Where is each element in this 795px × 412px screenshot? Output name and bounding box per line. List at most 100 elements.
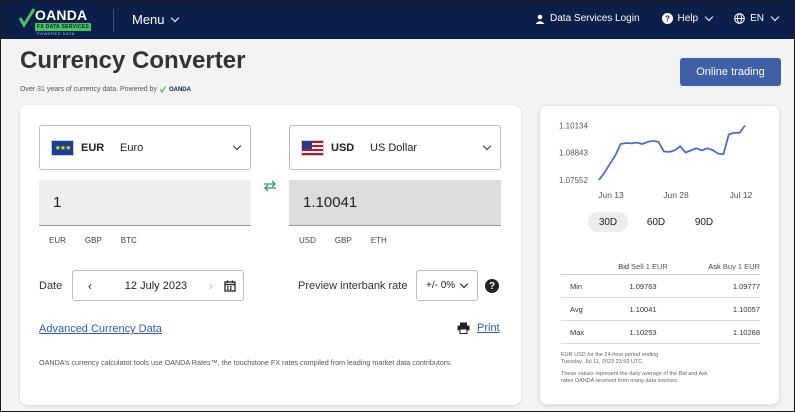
help-icon: ?	[661, 13, 673, 24]
brand-sub: POWERED DATA	[37, 31, 75, 36]
data-services-login-link[interactable]: Data Services Login	[535, 13, 640, 24]
advanced-currency-data-link[interactable]: Advanced Currency Data	[39, 323, 162, 335]
to-quick-currencies: USD GBP ETH	[299, 236, 387, 245]
stats-period-note: EUR USD for the 24-hour period ending Tu…	[561, 352, 761, 366]
row-label: Min	[570, 281, 583, 291]
swap-currencies-icon[interactable]	[263, 180, 277, 194]
calendar-icon[interactable]	[217, 280, 243, 292]
chevron-down-icon	[704, 12, 714, 22]
period-tabs: 30D 60D 90D	[588, 212, 724, 232]
x-tick-label: Jul 12	[730, 190, 753, 200]
brand-name: OANDA	[35, 7, 88, 23]
table-row: Min 1.09763 1.09777	[561, 275, 760, 298]
row-bid: 1.09763	[629, 281, 657, 291]
to-currency-code: USD	[331, 141, 355, 154]
rate-chart: 1.10134 1.08843 1.07552 Jun 13 Jun 28 Jul 12	[559, 121, 753, 200]
svg-text:?: ?	[665, 14, 670, 23]
chevron-down-icon	[770, 12, 780, 22]
login-label: Data Services Login	[550, 13, 640, 24]
help-label: Help	[677, 13, 699, 24]
brand-tag: FX DATA SERVICES	[35, 23, 92, 31]
date-label: Date	[39, 280, 63, 292]
from-quick-currencies: EUR GBP BTC	[49, 236, 137, 245]
date-picker: ‹ 12 July 2023 ›	[72, 270, 244, 301]
y-tick-label: 1.07552	[559, 176, 588, 185]
interbank-rate-select[interactable]: +/- 0%	[416, 270, 478, 301]
row-label: Max	[570, 327, 585, 337]
language-menu[interactable]: EN	[734, 12, 780, 24]
from-amount-input[interactable]: 1	[39, 180, 251, 226]
bid-label: Bid	[618, 262, 630, 271]
nav-divider	[113, 9, 114, 32]
table-row: Avg 1.10041 1.10057	[561, 298, 760, 321]
stats-header-bid: Bid Sell 1 EUR	[605, 262, 681, 271]
tab-60d[interactable]: 60D	[636, 212, 676, 232]
quick-currency-to-1[interactable]: GBP	[335, 236, 352, 245]
ask-sub-label: Buy 1 EUR	[722, 262, 760, 271]
quick-currency-to-2[interactable]: ETH	[371, 236, 387, 245]
menu-label: Menu	[132, 12, 165, 27]
print-button[interactable]: Print	[457, 322, 500, 334]
page-title: Currency Converter	[20, 47, 246, 74]
oanda-logo[interactable]: OANDA FX DATA SERVICES POWERED DATA	[19, 6, 99, 36]
row-bid: 1.10253	[629, 327, 657, 337]
globe-icon	[734, 13, 745, 24]
ask-label: Ask	[708, 262, 721, 271]
menu-button[interactable]: Menu	[132, 12, 179, 27]
y-tick-label: 1.10134	[559, 121, 588, 130]
next-date-button[interactable]: ›	[205, 279, 217, 293]
x-tick-label: Jun 13	[598, 190, 624, 200]
quick-currency-from-2[interactable]: BTC	[121, 236, 137, 245]
stats-average-note: These values represent the daily average…	[561, 371, 761, 385]
preview-rate-label: Preview interbank rate	[298, 280, 408, 292]
oanda-check-icon	[159, 86, 166, 93]
chevron-down-icon	[170, 13, 179, 23]
x-tick-label: Jun 28	[663, 190, 689, 200]
online-trading-button[interactable]: Online trading	[680, 58, 781, 86]
user-icon	[535, 14, 545, 24]
rate-value: +/- 0%	[426, 280, 456, 291]
row-ask: 1.10268	[732, 327, 760, 337]
printer-icon	[457, 322, 470, 334]
rate-series-line	[598, 124, 746, 181]
row-ask: 1.09777	[732, 281, 760, 291]
to-amount-input[interactable]: 1.10041	[289, 180, 501, 226]
tab-30d[interactable]: 30D	[588, 212, 628, 232]
tab-90d[interactable]: 90D	[684, 212, 724, 232]
row-bid: 1.10041	[629, 304, 657, 314]
subtitle-text: Over 31 years of currency data. Powered …	[20, 86, 157, 93]
print-label: Print	[477, 322, 500, 334]
from-currency-select[interactable]: ★★★ EUR Euro	[39, 125, 251, 170]
quick-currency-to-0[interactable]: USD	[299, 236, 316, 245]
from-currency-name: Euro	[120, 141, 144, 154]
stats-header-row: Bid Sell 1 EUR Ask Buy 1 EUR	[561, 259, 760, 275]
to-currency-name: US Dollar	[370, 141, 418, 154]
chevron-down-icon	[459, 279, 469, 289]
period-note-line1: EUR USD for the 24-hour period ending	[561, 352, 659, 358]
average-note-line1: These values represent the daily average…	[561, 371, 708, 377]
language-label: EN	[750, 13, 764, 24]
disclaimer-text: OANDA's currency calculator tools use OA…	[39, 358, 452, 367]
subtitle-brand: OANDA	[168, 86, 191, 93]
quick-currency-from-1[interactable]: GBP	[85, 236, 102, 245]
average-note-line2: rates OANDA received from many data sour…	[561, 378, 679, 384]
row-ask: 1.10057	[732, 304, 760, 314]
bid-sub-label: Sell 1 EUR	[631, 262, 668, 271]
stats-table: Bid Sell 1 EUR Ask Buy 1 EUR Min 1.09763…	[561, 259, 760, 344]
from-currency-code: EUR	[81, 141, 105, 154]
to-currency-select[interactable]: USD US Dollar	[289, 125, 501, 170]
period-note-line2: Tuesday, Jul 11, 2023 23:59 UTC	[561, 359, 643, 365]
oanda-check-icon	[19, 8, 35, 28]
nav-right: Data Services Login ? Help EN	[535, 12, 780, 24]
help-menu[interactable]: ? Help	[661, 12, 714, 24]
chevron-down-icon	[482, 141, 492, 151]
table-row: Max 1.10253 1.10268	[561, 321, 760, 344]
help-icon[interactable]: ?	[485, 279, 499, 293]
stats-header-ask: Ask Buy 1 EUR	[681, 262, 760, 271]
quick-currency-from-0[interactable]: EUR	[49, 236, 66, 245]
y-tick-label: 1.08843	[559, 149, 588, 158]
prev-date-button[interactable]: ‹	[73, 279, 107, 293]
date-value[interactable]: 12 July 2023	[107, 280, 205, 292]
page-subtitle: Over 31 years of currency data. Powered …	[20, 86, 191, 93]
us-flag-icon	[301, 139, 324, 156]
